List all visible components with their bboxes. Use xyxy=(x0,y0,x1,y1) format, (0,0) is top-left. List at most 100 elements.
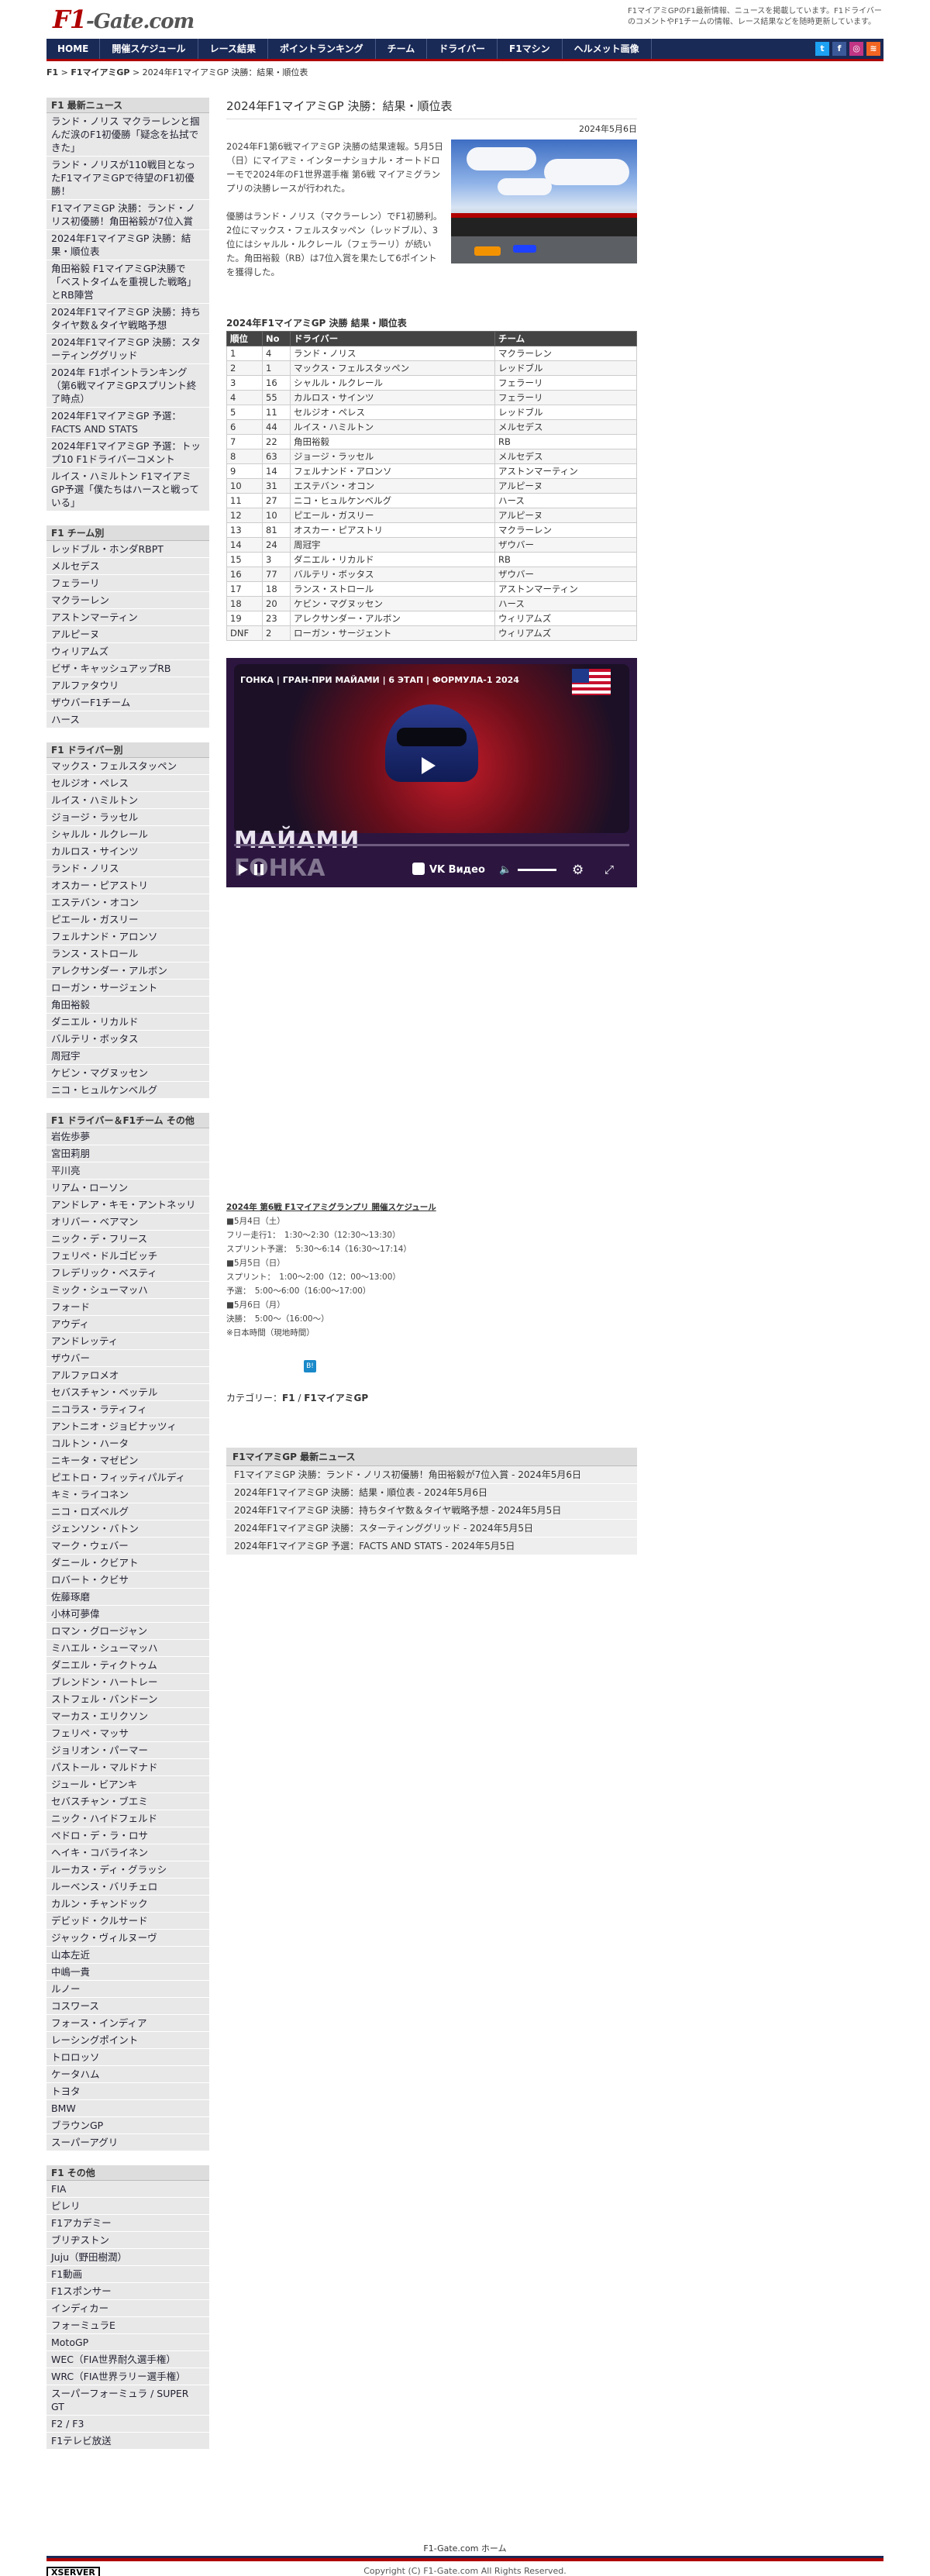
sidebar-team-link[interactable]: フェラーリ xyxy=(46,575,209,592)
sidebar-other-link[interactable]: デビッド・クルサード xyxy=(46,1913,209,1930)
nav-item[interactable]: F1マシン xyxy=(498,39,563,59)
sidebar-driver-link[interactable]: ランド・ノリス xyxy=(46,860,209,877)
sidebar-other-link[interactable]: ルノー xyxy=(46,1981,209,1998)
facebook-icon[interactable]: f xyxy=(832,42,846,56)
video-player[interactable]: ГОНКА | ГРАН-ПРИ МАЙАМИ | 6 ЭТАП | ФОРМУ… xyxy=(226,658,637,887)
sidebar-driver-link[interactable]: エステバン・オコン xyxy=(46,894,209,911)
sidebar-other-link[interactable]: リアム・ローソン xyxy=(46,1180,209,1197)
sidebar-other-link[interactable]: フォース・インディア xyxy=(46,2015,209,2032)
nav-item[interactable]: 開催スケジュール xyxy=(100,39,198,59)
sidebar-other-link[interactable]: アンドレッティ xyxy=(46,1333,209,1350)
sidebar-other-link[interactable]: コスワース xyxy=(46,1998,209,2015)
sidebar-other-link[interactable]: ブラウンGP xyxy=(46,2117,209,2134)
sidebar-driver-link[interactable]: アレクサンダー・アルボン xyxy=(46,963,209,980)
sidebar-driver-link[interactable]: ランス・ストロール xyxy=(46,945,209,963)
sidebar-team-link[interactable]: アストンマーティン xyxy=(46,609,209,626)
sidebar-news-link[interactable]: ランド・ノリス マクラーレンと掴んだ涙のF1初優勝「疑念を払拭できた」 xyxy=(46,113,209,157)
xserver-logo[interactable]: XSERVER xyxy=(46,2567,100,2576)
sidebar-misc-link[interactable]: WRC（FIA世界ラリー選手権） xyxy=(46,2368,209,2385)
sidebar-other-link[interactable]: ミック・シューマッハ xyxy=(46,1282,209,1299)
sidebar-other-link[interactable]: ヘイキ・コバライネン xyxy=(46,1844,209,1861)
nav-item[interactable]: ドライバー xyxy=(427,39,498,59)
sidebar-other-link[interactable]: ルーカス・ディ・グラッシ xyxy=(46,1861,209,1879)
sidebar-misc-link[interactable]: ブリヂストン xyxy=(46,2232,209,2249)
sidebar-other-link[interactable]: ニック・ハイドフェルド xyxy=(46,1810,209,1827)
sidebar-other-link[interactable]: ペドロ・デ・ラ・ロサ xyxy=(46,1827,209,1844)
sidebar-team-link[interactable]: メルセデス xyxy=(46,558,209,575)
sidebar-misc-link[interactable]: F1テレビ放送 xyxy=(46,2433,209,2450)
sidebar-other-link[interactable]: アンドレア・キモ・アントネッリ xyxy=(46,1197,209,1214)
site-logo[interactable]: F1-Gate.com xyxy=(53,5,195,34)
sidebar-driver-link[interactable]: ニコ・ヒュルケンベルグ xyxy=(46,1082,209,1099)
sidebar-team-link[interactable]: アルファタウリ xyxy=(46,677,209,694)
nav-item[interactable]: レース結果 xyxy=(198,39,268,59)
sidebar-misc-link[interactable]: F1動画 xyxy=(46,2266,209,2283)
sidebar-other-link[interactable]: ダニエル・ティクトゥム xyxy=(46,1657,209,1674)
sidebar-other-link[interactable]: ニコラス・ラティフィ xyxy=(46,1401,209,1418)
sidebar-driver-link[interactable]: フェルナンド・アロンソ xyxy=(46,928,209,945)
sidebar-misc-link[interactable]: FIA xyxy=(46,2181,209,2198)
control-play-icon[interactable] xyxy=(239,864,248,875)
sidebar-driver-link[interactable]: ルイス・ハミルトン xyxy=(46,792,209,809)
sidebar-other-link[interactable]: マーカス・エリクソン xyxy=(46,1708,209,1725)
sidebar-other-link[interactable]: セバスチャン・ブエミ xyxy=(46,1793,209,1810)
sidebar-other-link[interactable]: ジェンソン・バトン xyxy=(46,1520,209,1538)
sidebar-driver-link[interactable]: カルロス・サインツ xyxy=(46,843,209,860)
sidebar-driver-link[interactable]: 角田裕毅 xyxy=(46,997,209,1014)
category-link-miami[interactable]: F1マイアミGP xyxy=(304,1393,368,1403)
vk-video-logo[interactable]: VK Видео xyxy=(412,863,485,876)
nav-item[interactable]: HOME xyxy=(46,39,101,59)
sidebar-other-link[interactable]: トヨタ xyxy=(46,2083,209,2100)
gear-icon[interactable]: ⚙ xyxy=(572,863,584,878)
sidebar-other-link[interactable]: 宮田莉朋 xyxy=(46,1145,209,1162)
sidebar-news-link[interactable]: F1マイアミGP 決勝：ランド・ノリス初優勝！角田裕毅が7位入賞 xyxy=(46,200,209,230)
sidebar-other-link[interactable]: スーパーアグリ xyxy=(46,2134,209,2151)
sidebar-other-link[interactable]: ジョリオン・パーマー xyxy=(46,1742,209,1759)
instagram-icon[interactable]: ◎ xyxy=(849,42,863,56)
video-progress-bar[interactable] xyxy=(234,844,629,846)
sidebar-other-link[interactable]: アントニオ・ジョビナッツィ xyxy=(46,1418,209,1435)
sidebar-news-link[interactable]: ランド・ノリスが110戦目となったF1マイアミGPで待望のF1初優勝！ xyxy=(46,157,209,200)
sidebar-misc-link[interactable]: WEC（FIA世界耐久選手権） xyxy=(46,2351,209,2368)
volume-slider[interactable] xyxy=(518,869,556,871)
sidebar-news-link[interactable]: 2024年F1マイアミGP 決勝：結果・順位表 xyxy=(46,230,209,260)
sidebar-team-link[interactable]: レッドブル・ホンダRBPT xyxy=(46,541,209,558)
sidebar-other-link[interactable]: フェリペ・マッサ xyxy=(46,1725,209,1742)
sidebar-other-link[interactable]: ケータハム xyxy=(46,2066,209,2083)
sidebar-other-link[interactable]: アウディ xyxy=(46,1316,209,1333)
sidebar-other-link[interactable]: ルーベンス・バリチェロ xyxy=(46,1879,209,1896)
footer-home-link[interactable]: F1-Gate.com ホーム xyxy=(46,2540,884,2556)
sidebar-other-link[interactable]: セバスチャン・ベッテル xyxy=(46,1384,209,1401)
related-news-link[interactable]: 2024年F1マイアミGP 決勝：持ちタイヤ数＆タイヤ戦略予想 - 2024年5… xyxy=(226,1502,637,1520)
sidebar-news-link[interactable]: 角田裕毅 F1マイアミGP決勝で「ベストタイムを重視した戦略」とRB陣営 xyxy=(46,260,209,304)
fullscreen-icon[interactable]: ⤢ xyxy=(604,863,614,876)
sidebar-other-link[interactable]: ブレンドン・ハートレー xyxy=(46,1674,209,1691)
sidebar-misc-link[interactable]: Juju（野田樹潤） xyxy=(46,2249,209,2266)
sidebar-other-link[interactable]: 山本左近 xyxy=(46,1947,209,1964)
rss-icon[interactable]: ≋ xyxy=(866,42,880,56)
sidebar-driver-link[interactable]: ローガン・サージェント xyxy=(46,980,209,997)
sidebar-other-link[interactable]: BMW xyxy=(46,2100,209,2117)
sidebar-other-link[interactable]: ピエトロ・フィッティパルディ xyxy=(46,1469,209,1486)
related-news-link[interactable]: 2024年F1マイアミGP 決勝：スターティンググリッド - 2024年5月5日 xyxy=(226,1520,637,1538)
sidebar-other-link[interactable]: トロロッソ xyxy=(46,2049,209,2066)
sidebar-driver-link[interactable]: オスカー・ピアストリ xyxy=(46,877,209,894)
control-next-icon[interactable] xyxy=(254,864,264,875)
sidebar-other-link[interactable]: キミ・ライコネン xyxy=(46,1486,209,1503)
sidebar-other-link[interactable]: ロマン・グロージャン xyxy=(46,1623,209,1640)
volume-icon[interactable]: 🔈 xyxy=(499,864,512,876)
sidebar-other-link[interactable]: オリバー・ベアマン xyxy=(46,1214,209,1231)
sidebar-misc-link[interactable]: フォーミュラE xyxy=(46,2317,209,2334)
sidebar-team-link[interactable]: アルピーヌ xyxy=(46,626,209,643)
sidebar-team-link[interactable]: マクラーレン xyxy=(46,592,209,609)
sidebar-news-link[interactable]: 2024年F1マイアミGP 予選：FACTS AND STATS xyxy=(46,408,209,438)
sidebar-other-link[interactable]: フレデリック・ベスティ xyxy=(46,1265,209,1282)
sidebar-other-link[interactable]: カルン・チャンドック xyxy=(46,1896,209,1913)
sidebar-driver-link[interactable]: セルジオ・ペレス xyxy=(46,775,209,792)
hatena-bookmark-icon[interactable]: B! xyxy=(304,1360,316,1372)
sidebar-misc-link[interactable]: F1アカデミー xyxy=(46,2215,209,2232)
sidebar-other-link[interactable]: コルトン・ハータ xyxy=(46,1435,209,1452)
sidebar-driver-link[interactable]: ダニエル・リカルド xyxy=(46,1014,209,1031)
sidebar-driver-link[interactable]: 周冠宇 xyxy=(46,1048,209,1065)
sidebar-other-link[interactable]: レーシングポイント xyxy=(46,2032,209,2049)
